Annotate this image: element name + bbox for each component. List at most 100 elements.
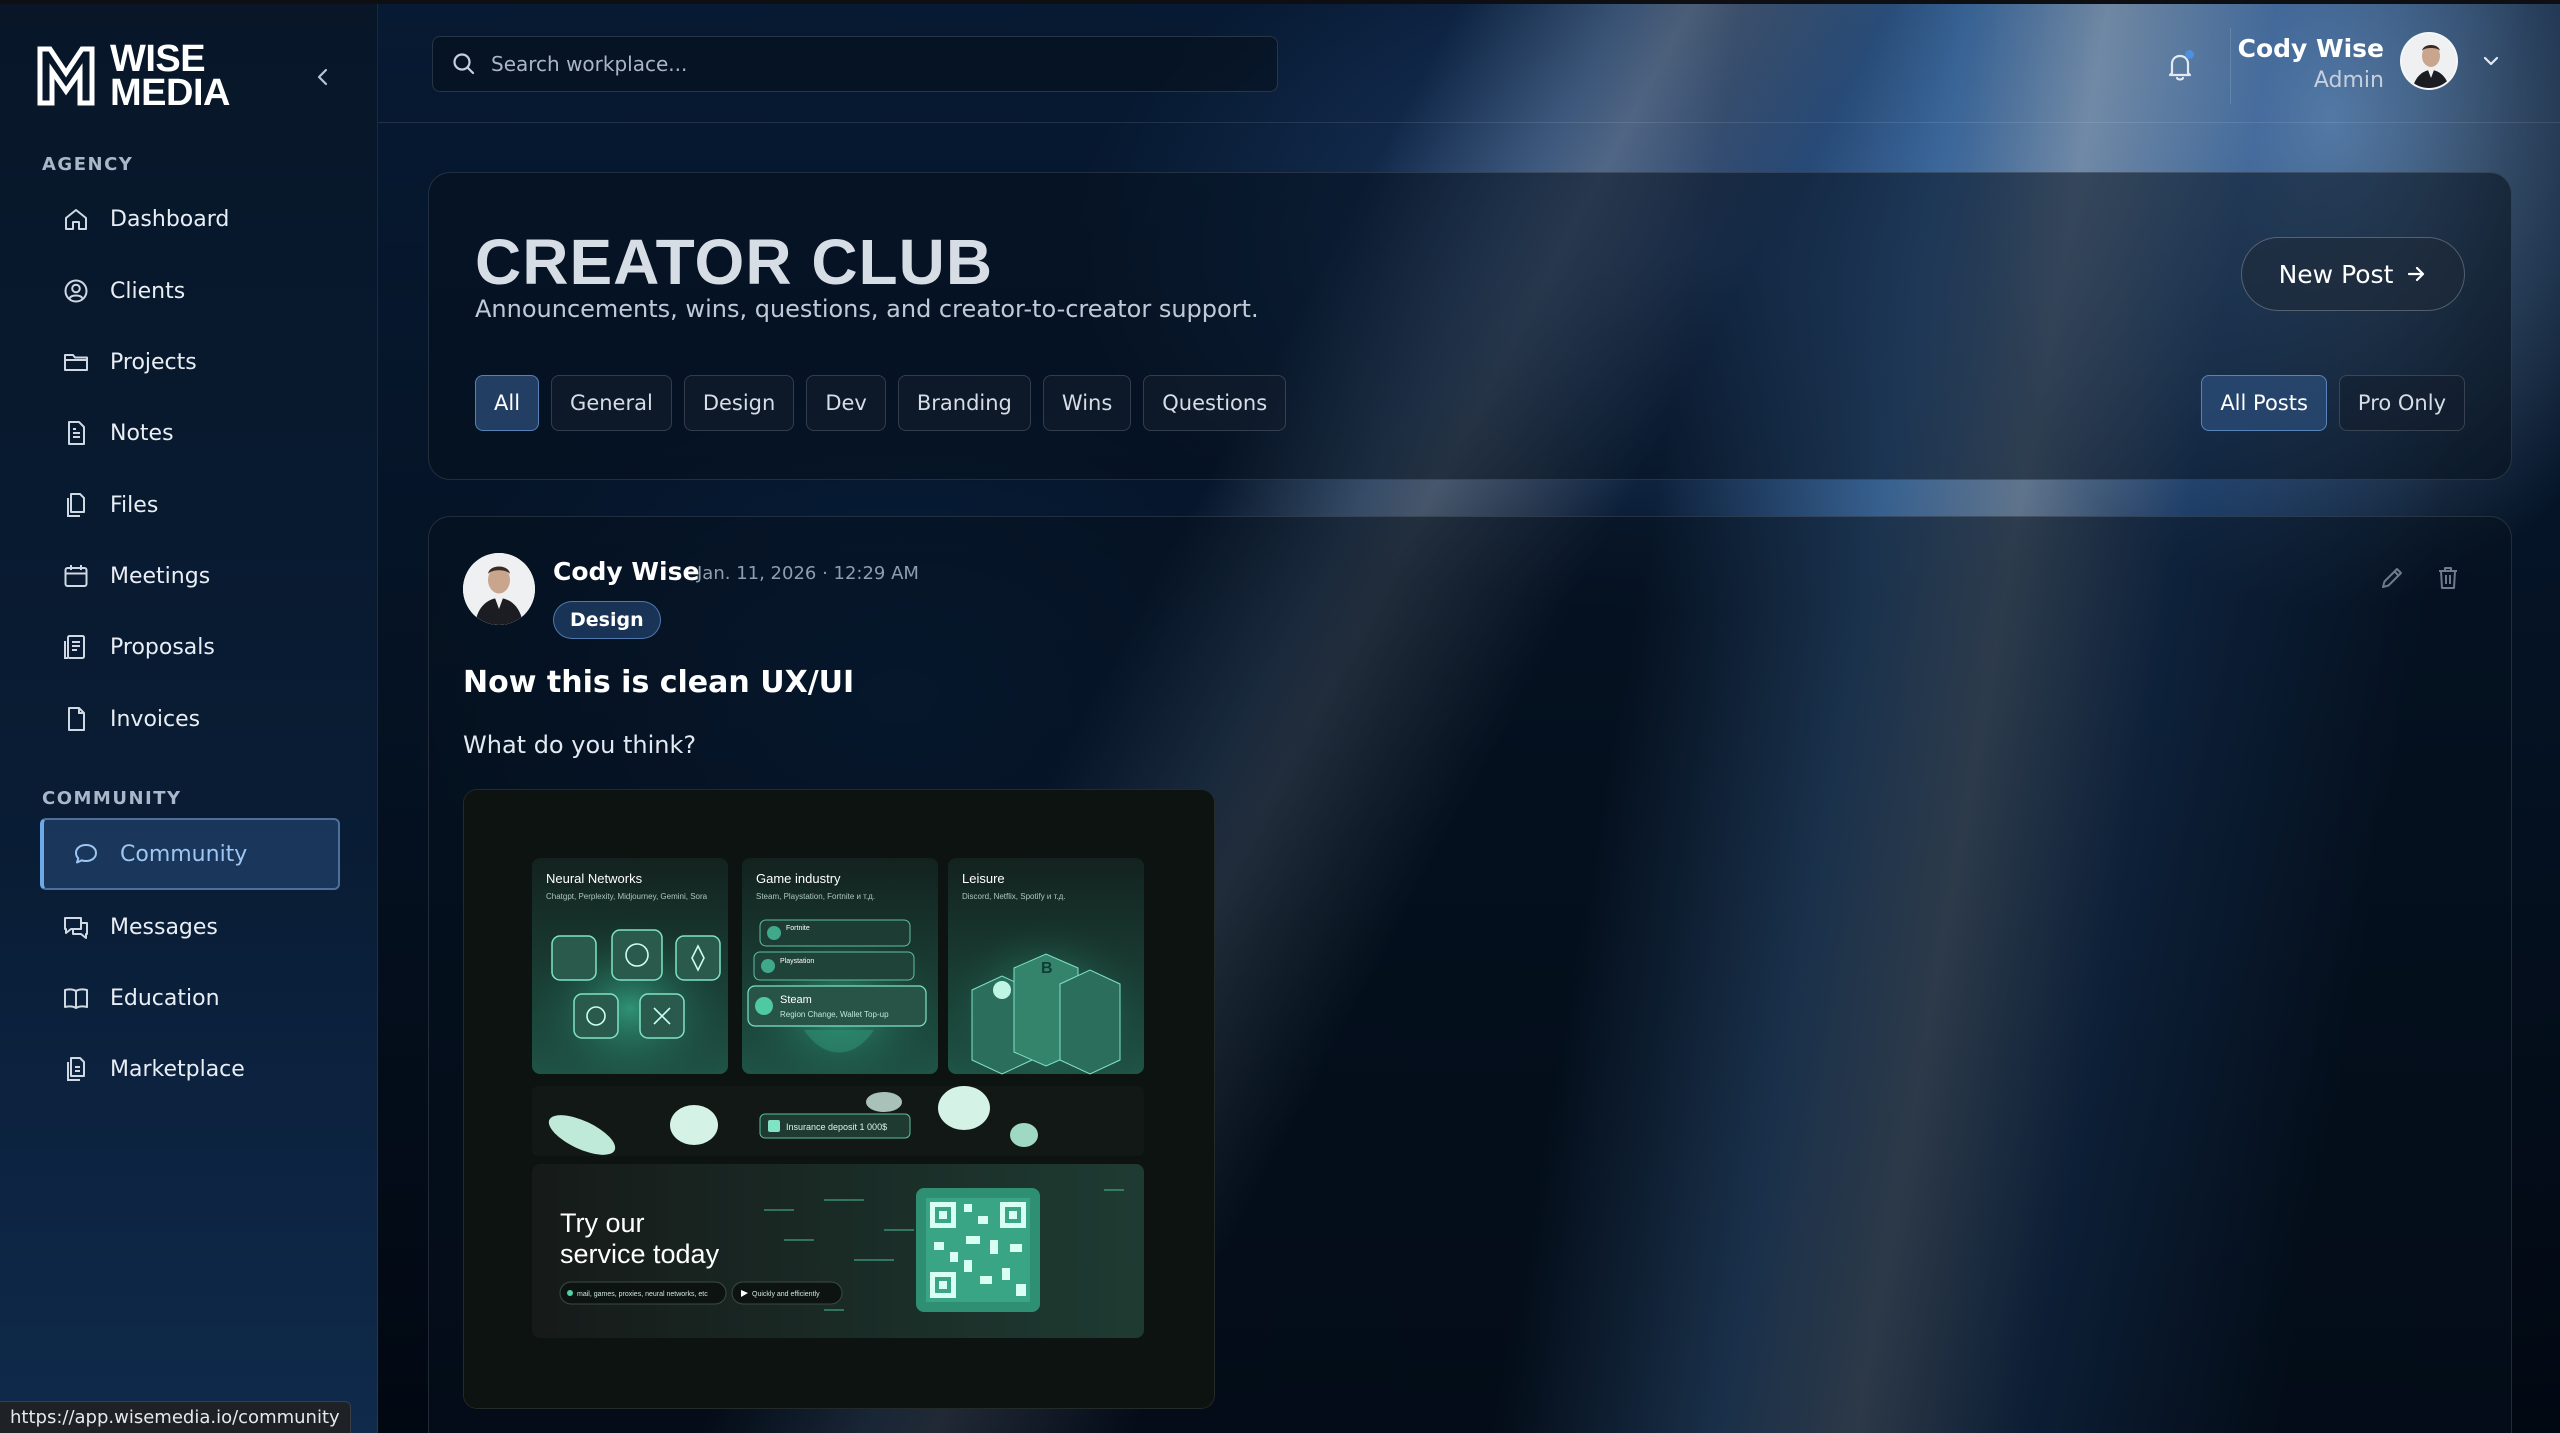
category-chip-branding[interactable]: Branding (897, 375, 1031, 431)
sidebar-item-label: Clients (110, 278, 186, 304)
sidebar-item-label: Proposals (110, 634, 215, 660)
card-title: Leisure (962, 871, 1005, 886)
user-role: Admin (2313, 68, 2384, 93)
sidebar-item-meetings[interactable]: Meetings (40, 545, 340, 607)
sidebar-item-invoices[interactable]: Invoices (40, 688, 340, 750)
sidebar-item-marketplace[interactable]: Marketplace (40, 1038, 340, 1100)
brand-line-2: MEDIA (110, 72, 230, 114)
post-author-name[interactable]: Cody Wise (553, 557, 699, 586)
collapse-sidebar-button[interactable] (306, 60, 340, 94)
chat-bubble-icon (75, 844, 97, 864)
category-chip-wins[interactable]: Wins (1042, 375, 1132, 431)
sidebar-item-education[interactable]: Education (40, 967, 340, 1029)
cta-pill-2: Quickly and efficiently (752, 1291, 820, 1298)
sidebar-item-community[interactable]: Community (40, 818, 340, 890)
sidebar-item-label: Community (120, 841, 248, 867)
window-top-edge (0, 0, 2560, 4)
game-row: Fortnite (786, 925, 810, 932)
proposal-icon (64, 635, 85, 659)
invoice-icon (68, 707, 85, 731)
notifications-button[interactable] (2160, 46, 2200, 86)
avatar-photo (2402, 34, 2456, 88)
post-title: Now this is clean UX/UI (463, 665, 855, 700)
cta-line-2: service today (560, 1239, 720, 1269)
book-icon (64, 988, 88, 1009)
post-timestamp: Jan. 11, 2026 · 12:29 AM (697, 563, 919, 584)
arrow-right-icon (2408, 266, 2425, 282)
delete-post-button[interactable] (2433, 563, 2463, 593)
chevron-down-icon[interactable] (2480, 50, 2502, 72)
user-circle-icon (64, 279, 88, 303)
post-card: Cody Wise Jan. 11, 2026 · 12:29 AM Desig… (428, 516, 2512, 1433)
card-subtitle: Steam, Playstation, Fortnite и т.д. (756, 892, 875, 901)
search-input[interactable] (491, 52, 1251, 76)
sidebar-item-label: Projects (110, 349, 197, 375)
visibility-filters: All Posts Pro Only (2201, 375, 2465, 431)
search-bar[interactable] (432, 36, 1278, 92)
folder-icon (64, 354, 88, 371)
edit-post-button[interactable] (2377, 563, 2407, 593)
sidebar-item-label: Files (110, 492, 159, 518)
search-icon (453, 53, 475, 75)
sidebar-item-proposals[interactable]: Proposals (40, 616, 340, 678)
sidebar-item-clients[interactable]: Clients (40, 260, 340, 322)
category-chip-general[interactable]: General (551, 375, 672, 431)
cta-line-1: Try our (560, 1208, 645, 1238)
author-photo (463, 553, 535, 625)
card-subtitle: Discord, Netflix, Spotify и т.д. (962, 892, 1066, 901)
sidebar-item-projects[interactable]: Projects (40, 331, 340, 393)
bell-icon (2168, 54, 2192, 81)
filter-pro-only[interactable]: Pro Only (2338, 375, 2465, 431)
post-body: What do you think? (463, 731, 697, 759)
sidebar-item-label: Education (110, 985, 220, 1011)
filter-all-posts[interactable]: All Posts (2201, 375, 2327, 431)
sidebar-item-label: Invoices (110, 706, 201, 732)
svg-text:B: B (1041, 960, 1053, 977)
pencil-icon (2382, 568, 2402, 588)
sidebar-item-notes[interactable]: Notes (40, 402, 340, 464)
post-category-badge: Design (553, 601, 661, 639)
card-title: Neural Networks (546, 871, 643, 886)
notification-dot (2185, 50, 2194, 59)
topbar-divider (378, 122, 2560, 123)
brand-logo[interactable]: WISE MEDIA (36, 38, 230, 114)
category-chip-design[interactable]: Design (683, 375, 795, 431)
sidebar-item-label: Notes (110, 420, 174, 446)
page-title: CREATOR CLUB (475, 226, 994, 298)
home-icon (65, 209, 87, 230)
card-subtitle: Chatgpt, Perplexity, Midjourney, Gemini,… (546, 892, 708, 901)
new-post-button[interactable]: New Post (2241, 237, 2465, 311)
category-chip-questions[interactable]: Questions (1143, 375, 1287, 431)
sidebar-item-files[interactable]: Files (40, 474, 340, 536)
files-icon (67, 493, 85, 517)
cta-pill-1: mail, games, proxies, neural networks, e… (577, 1291, 708, 1298)
logo-mark-icon (37, 46, 95, 106)
messages-icon (64, 917, 88, 939)
category-chip-dev[interactable]: Dev (806, 375, 886, 431)
status-bar-url: https://app.wisemedia.io/community (0, 1401, 351, 1433)
avatar[interactable] (2400, 32, 2458, 90)
calendar-icon (64, 565, 88, 587)
trash-icon (2439, 567, 2457, 589)
brand-line-1: WISE (110, 38, 206, 80)
qr-code (916, 1188, 1040, 1312)
sidebar-item-label: Dashboard (110, 206, 230, 232)
marketplace-icon (67, 1057, 85, 1081)
sidebar-item-label: Marketplace (110, 1056, 245, 1082)
page-subtitle: Announcements, wins, questions, and crea… (475, 295, 1259, 323)
sidebar-item-dashboard[interactable]: Dashboard (40, 188, 340, 250)
post-image[interactable]: Neural Networks Chatgpt, Perplexity, Mid… (463, 789, 1215, 1409)
section-label-community: COMMUNITY (42, 788, 182, 809)
post-author-avatar[interactable] (463, 553, 535, 625)
topbar-separator (2230, 28, 2231, 104)
user-menu[interactable]: Cody Wise Admin (2237, 28, 2510, 100)
header-card: CREATOR CLUB Announcements, wins, questi… (428, 172, 2512, 480)
steam-sub: Region Change, Wallet Top-up (780, 1010, 889, 1019)
note-icon (68, 421, 85, 445)
sidebar-item-label: Meetings (110, 563, 211, 589)
new-post-label: New Post (2278, 259, 2394, 289)
game-row: Steam (780, 994, 812, 1006)
category-chip-all[interactable]: All (475, 375, 540, 431)
user-name: Cody Wise (2237, 34, 2384, 63)
sidebar-item-messages[interactable]: Messages (40, 896, 340, 958)
